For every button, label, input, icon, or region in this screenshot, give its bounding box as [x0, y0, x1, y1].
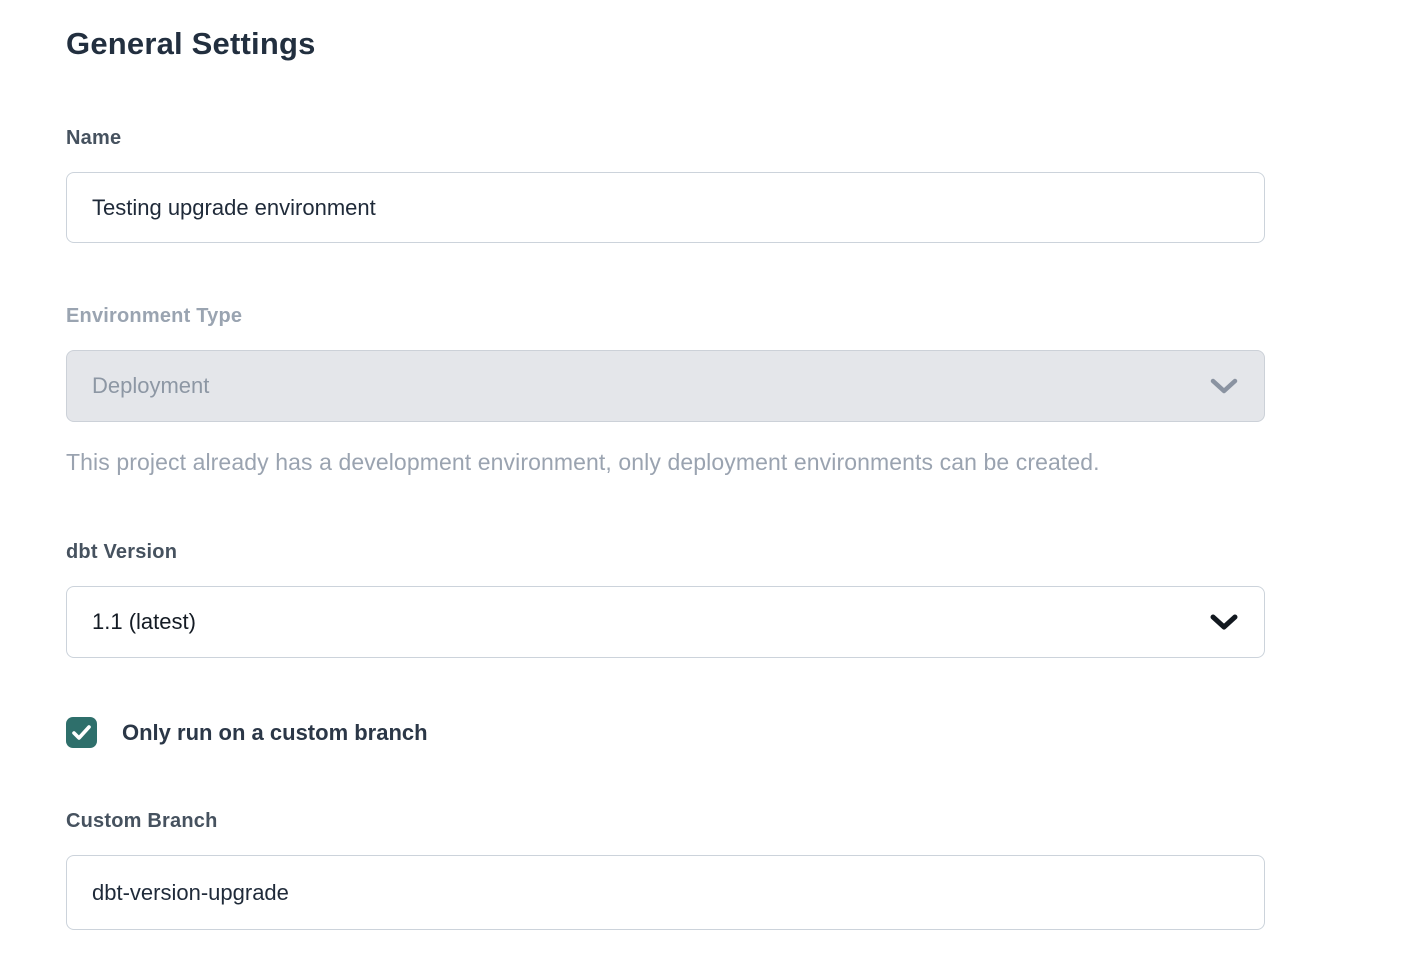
environment-type-label: Environment Type	[66, 305, 1265, 328]
custom-branch-label: Custom Branch	[66, 810, 1265, 833]
environment-type-field-group: Environment Type Deployment This project…	[66, 305, 1265, 476]
chevron-down-icon	[1209, 612, 1239, 632]
name-label: Name	[66, 127, 1265, 150]
dbt-version-select[interactable]: 1.1 (latest)	[66, 586, 1265, 658]
custom-branch-field-group: Custom Branch	[66, 810, 1265, 930]
dbt-version-value: 1.1 (latest)	[92, 609, 196, 635]
name-field-group: Name	[66, 127, 1265, 243]
custom-branch-checkbox[interactable]	[66, 717, 97, 748]
custom-branch-checkbox-label[interactable]: Only run on a custom branch	[122, 720, 428, 746]
page-title: General Settings	[66, 26, 1340, 62]
general-settings-page: General Settings Name Environment Type D…	[0, 0, 1340, 930]
environment-type-helper-text: This project already has a development e…	[66, 449, 1265, 476]
dbt-version-field-group: dbt Version 1.1 (latest)	[66, 541, 1265, 658]
checkmark-icon	[72, 725, 91, 740]
chevron-down-icon	[1209, 376, 1239, 396]
environment-type-value: Deployment	[92, 373, 209, 399]
custom-branch-input[interactable]	[66, 855, 1265, 930]
custom-branch-toggle-row: Only run on a custom branch	[66, 717, 1340, 748]
dbt-version-label: dbt Version	[66, 541, 1265, 564]
environment-type-select: Deployment	[66, 350, 1265, 422]
name-input[interactable]	[66, 172, 1265, 243]
